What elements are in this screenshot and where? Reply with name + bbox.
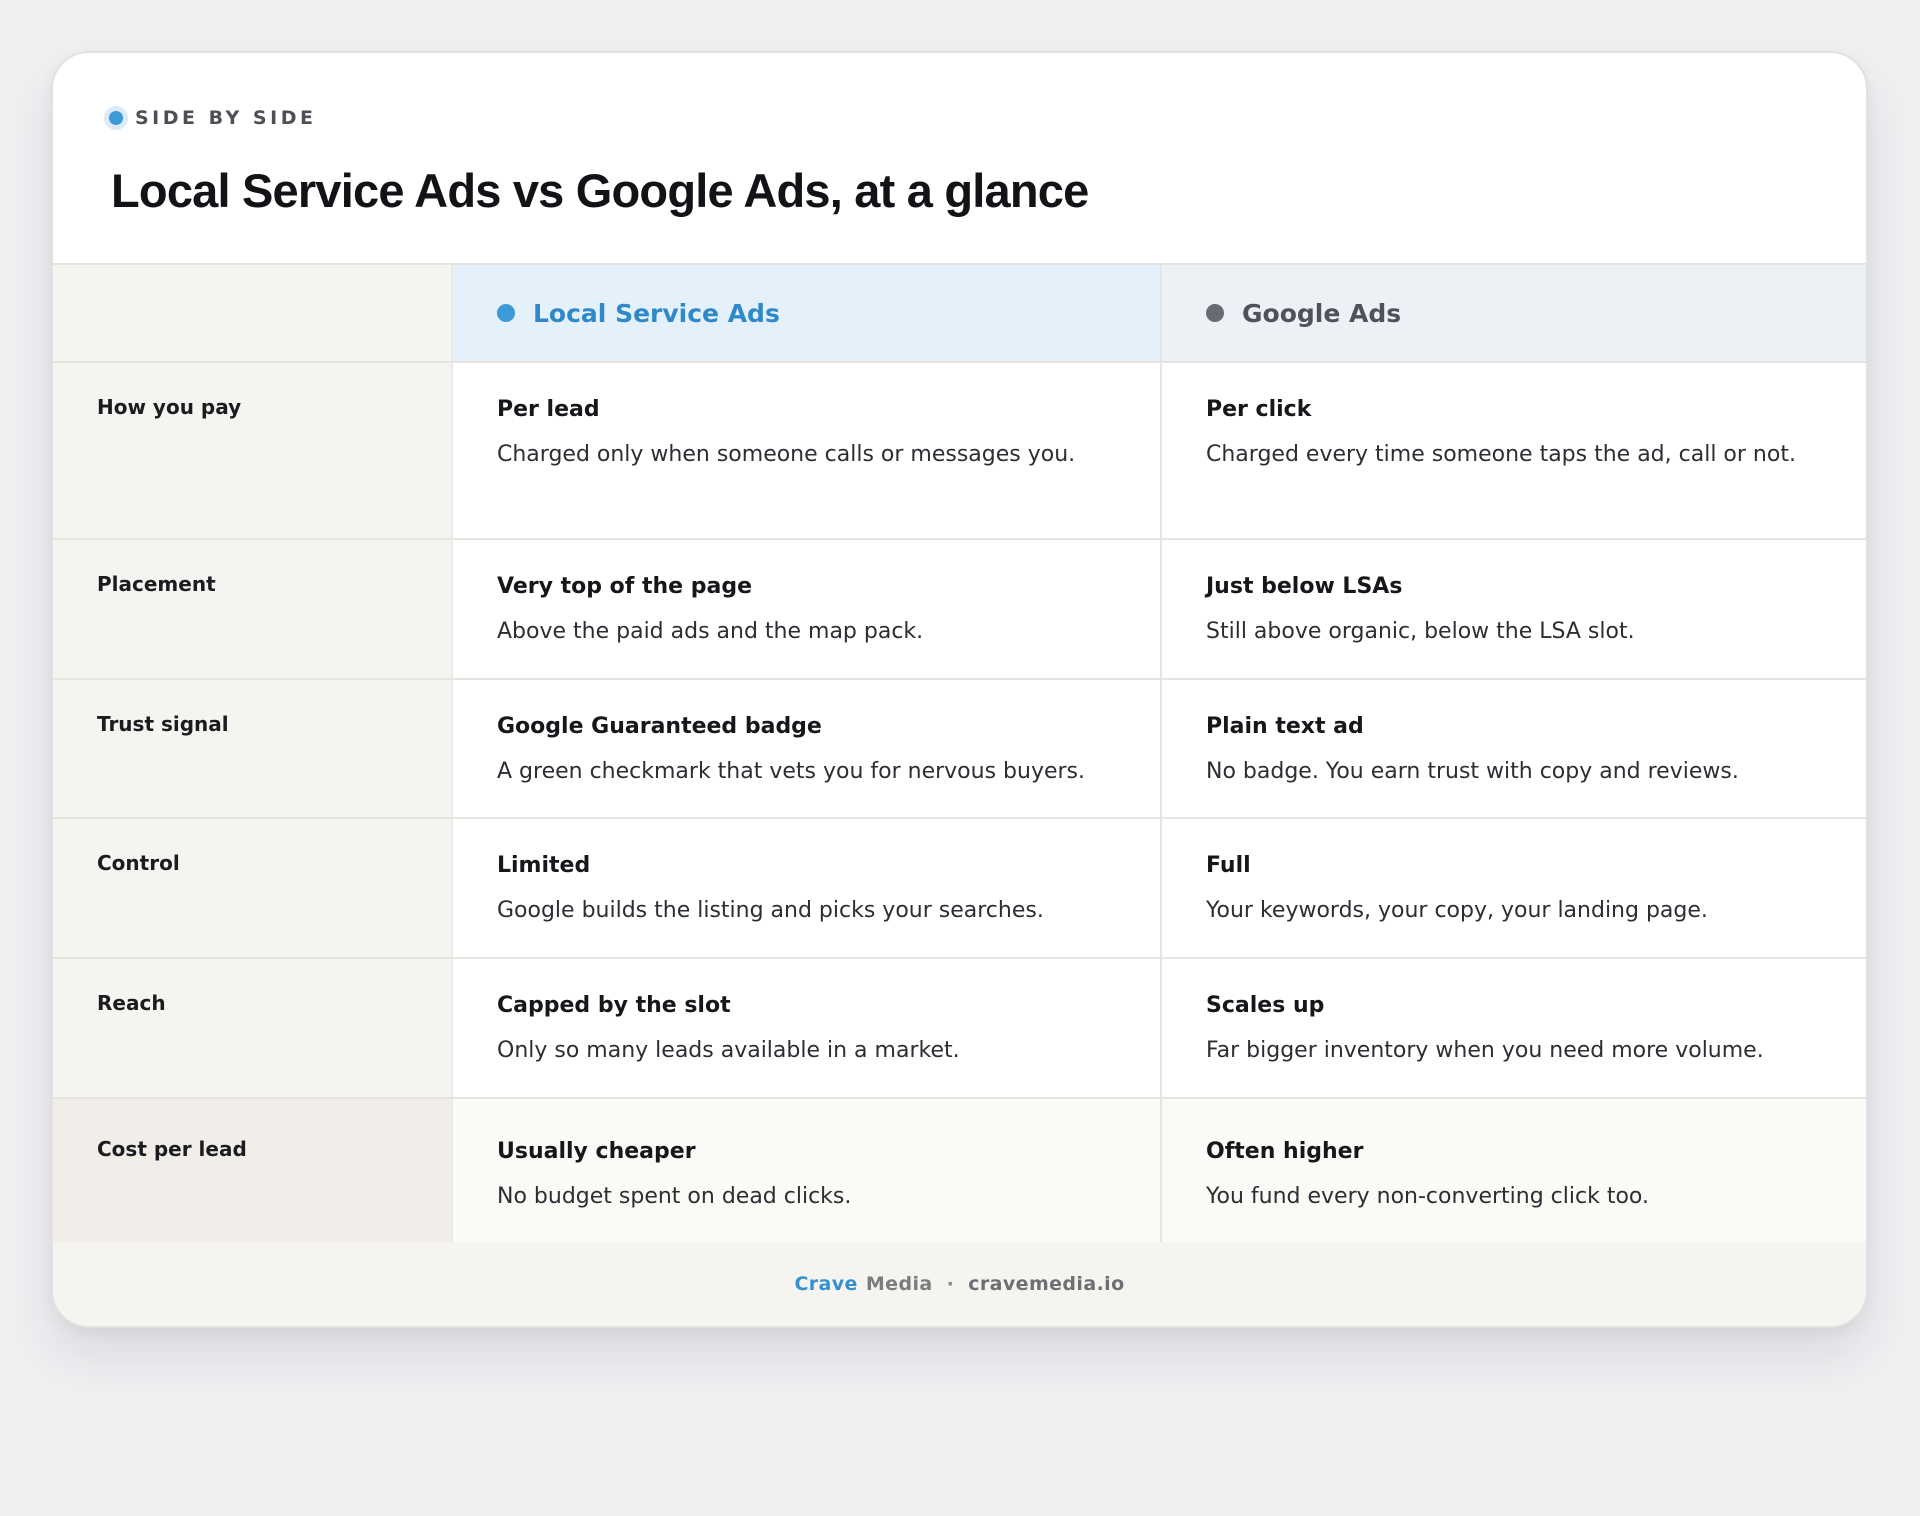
cell-title: Per lead xyxy=(497,397,600,422)
cell-description: Your keywords, your copy, your landing p… xyxy=(1206,898,1708,923)
header-corner-cell xyxy=(53,265,453,363)
cell-description: No badge. You earn trust with copy and r… xyxy=(1206,759,1739,784)
card-header: SIDE BY SIDE Local Service Ads vs Google… xyxy=(53,53,1866,265)
card-footer: Crave Media · cravemedia.io xyxy=(53,1242,1866,1326)
page-title: Local Service Ads vs Google Ads, at a gl… xyxy=(111,164,1089,217)
cell-description: Only so many leads available in a market… xyxy=(497,1038,960,1063)
column-header-label: Local Service Ads xyxy=(533,298,780,328)
row-label: Placement xyxy=(53,540,453,680)
google-ads-cell: Often higher You fund every non-converti… xyxy=(1162,1099,1866,1245)
eyebrow-label: SIDE BY SIDE xyxy=(135,107,317,129)
row-label: How you pay xyxy=(53,363,453,540)
eyebrow-dot-icon xyxy=(109,111,123,125)
cell-description: Charged only when someone calls or messa… xyxy=(497,442,1076,467)
comparison-table: Local Service Ads Google Ads How you pay… xyxy=(53,265,1866,1245)
cell-title: Full xyxy=(1206,853,1251,878)
cell-title: Usually cheaper xyxy=(497,1139,696,1164)
cell-title: Capped by the slot xyxy=(497,993,731,1018)
cell-title: Very top of the page xyxy=(497,574,752,599)
cell-description: A green checkmark that vets you for nerv… xyxy=(497,759,1086,784)
cell-description: Far bigger inventory when you need more … xyxy=(1206,1038,1764,1063)
lsa-cell: Very top of the page Above the paid ads … xyxy=(453,540,1162,680)
cell-title: Limited xyxy=(497,853,591,878)
cell-description: Above the paid ads and the map pack. xyxy=(497,619,924,644)
cell-title: Per click xyxy=(1206,397,1312,422)
google-ads-dot-icon xyxy=(1206,304,1224,322)
lsa-cell: Capped by the slot Only so many leads av… xyxy=(453,959,1162,1099)
cell-title: Scales up xyxy=(1206,993,1325,1018)
google-ads-cell: Full Your keywords, your copy, your land… xyxy=(1162,819,1866,959)
row-label: Cost per lead xyxy=(53,1099,453,1245)
google-ads-cell: Scales up Far bigger inventory when you … xyxy=(1162,959,1866,1099)
cell-description: Still above organic, below the LSA slot. xyxy=(1206,619,1635,644)
row-label: Trust signal xyxy=(53,680,453,819)
eyebrow: SIDE BY SIDE xyxy=(109,107,316,129)
cell-title: Just below LSAs xyxy=(1206,574,1403,599)
cell-title: Google Guaranteed badge xyxy=(497,714,822,739)
cell-title: Often higher xyxy=(1206,1139,1364,1164)
google-ads-cell: Plain text ad No badge. You earn trust w… xyxy=(1162,680,1866,819)
brand-name-secondary: Media xyxy=(865,1273,933,1295)
lsa-cell: Google Guaranteed badge A green checkmar… xyxy=(453,680,1162,819)
row-label: Reach xyxy=(53,959,453,1099)
cell-description: Google builds the listing and picks your… xyxy=(497,898,1044,923)
lsa-cell: Usually cheaper No budget spent on dead … xyxy=(453,1099,1162,1245)
lsa-cell: Limited Google builds the listing and pi… xyxy=(453,819,1162,959)
brand-name-primary: Crave xyxy=(794,1273,858,1295)
lsa-dot-icon xyxy=(497,304,515,322)
comparison-card: SIDE BY SIDE Local Service Ads vs Google… xyxy=(51,51,1868,1328)
column-header-lsa: Local Service Ads xyxy=(453,265,1162,363)
row-label: Control xyxy=(53,819,453,959)
google-ads-cell: Just below LSAs Still above organic, bel… xyxy=(1162,540,1866,680)
google-ads-cell: Per click Charged every time someone tap… xyxy=(1162,363,1866,540)
lsa-cell: Per lead Charged only when someone calls… xyxy=(453,363,1162,540)
column-header-google-ads: Google Ads xyxy=(1162,265,1866,363)
cell-description: You fund every non-converting click too. xyxy=(1206,1184,1649,1209)
footer-separator: · xyxy=(946,1273,955,1295)
cell-title: Plain text ad xyxy=(1206,714,1364,739)
column-header-label: Google Ads xyxy=(1242,298,1402,328)
cell-description: No budget spent on dead clicks. xyxy=(497,1184,852,1209)
footer-site-link[interactable]: cravemedia.io xyxy=(968,1273,1124,1295)
cell-description: Charged every time someone taps the ad, … xyxy=(1206,442,1796,467)
